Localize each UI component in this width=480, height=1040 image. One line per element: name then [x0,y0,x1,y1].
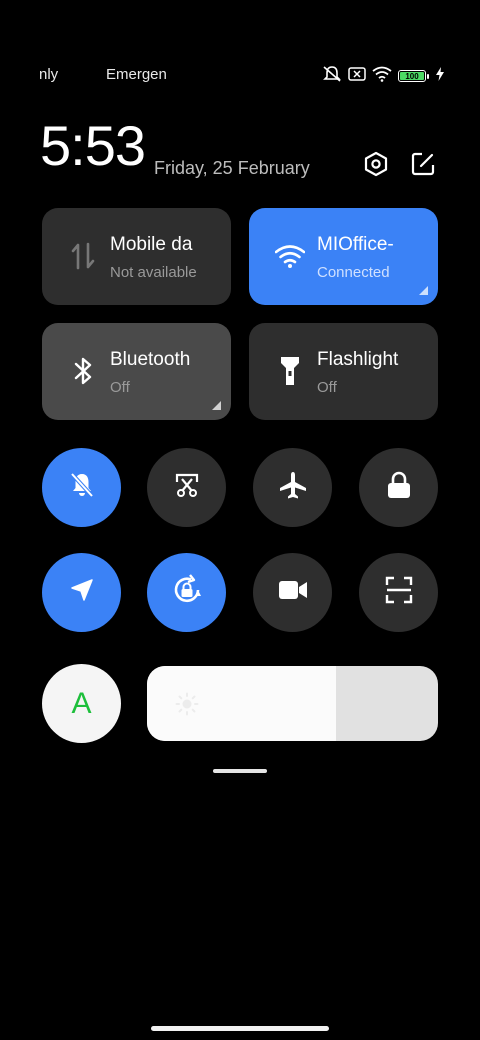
mute-bell-icon [67,470,97,505]
bluetooth-icon [68,355,98,387]
toggle-scanner[interactable] [359,553,438,632]
mobile-data-icon [68,240,98,272]
rotation-lock-icon [170,573,204,612]
auto-brightness-button[interactable]: A [42,664,121,743]
tile-subtitle: Connected [317,264,390,281]
emergency-text: Emergen [106,66,167,83]
home-indicator[interactable] [151,1026,329,1031]
sun-icon [175,692,199,716]
toggle-screenshot[interactable] [147,448,226,527]
settings-icon[interactable] [361,149,391,179]
no-sim-icon [348,66,366,86]
tile-bluetooth[interactable]: Bluetooth Off [42,323,231,420]
airplane-icon [278,470,308,505]
tile-mobile-data[interactable]: Mobile da Not available [42,208,231,305]
wifi-icon [372,66,392,87]
expand-corner[interactable] [212,401,221,410]
toggle-silent[interactable] [42,448,121,527]
panel-drag-handle[interactable] [213,769,267,773]
battery-level: 100 [405,71,419,81]
status-bar-left: nly Emergen [0,66,200,88]
mute-icon [322,65,342,88]
toggle-lock-screen[interactable] [359,448,438,527]
tile-flashlight[interactable]: Flashlight Off [249,323,438,420]
edit-icon[interactable] [408,149,438,179]
tile-subtitle: Off [317,379,337,396]
wifi-icon [275,240,305,272]
toggle-airplane[interactable] [253,448,332,527]
tile-subtitle: Not available [110,264,197,281]
scanner-icon [385,576,413,609]
carrier-text: nly [39,66,59,83]
toggle-screen-recorder[interactable] [253,553,332,632]
tile-title: Bluetooth [110,349,191,370]
lock-icon [386,471,412,504]
flashlight-icon [275,355,305,387]
battery-icon: 100 [398,70,429,82]
brightness-slider[interactable] [147,666,438,741]
tile-title: Mobile da [110,234,193,255]
screen-record-icon [278,579,308,606]
screenshot-icon [173,471,201,504]
tile-subtitle: Off [110,379,130,396]
date[interactable]: Friday, 25 February [154,158,310,179]
tile-title: MIOffice- [317,234,394,255]
toggle-rotation-lock[interactable] [147,553,226,632]
status-bar-right: 100 [322,65,444,88]
toggle-location[interactable] [42,553,121,632]
auto-brightness-label: A [71,686,92,720]
tile-wifi[interactable]: MIOffice- Connected [249,208,438,305]
location-icon [69,577,95,608]
charging-icon [436,66,444,86]
expand-corner[interactable] [419,286,428,295]
clock[interactable]: 5:53 [40,118,146,174]
tile-title: Flashlight [317,349,399,370]
